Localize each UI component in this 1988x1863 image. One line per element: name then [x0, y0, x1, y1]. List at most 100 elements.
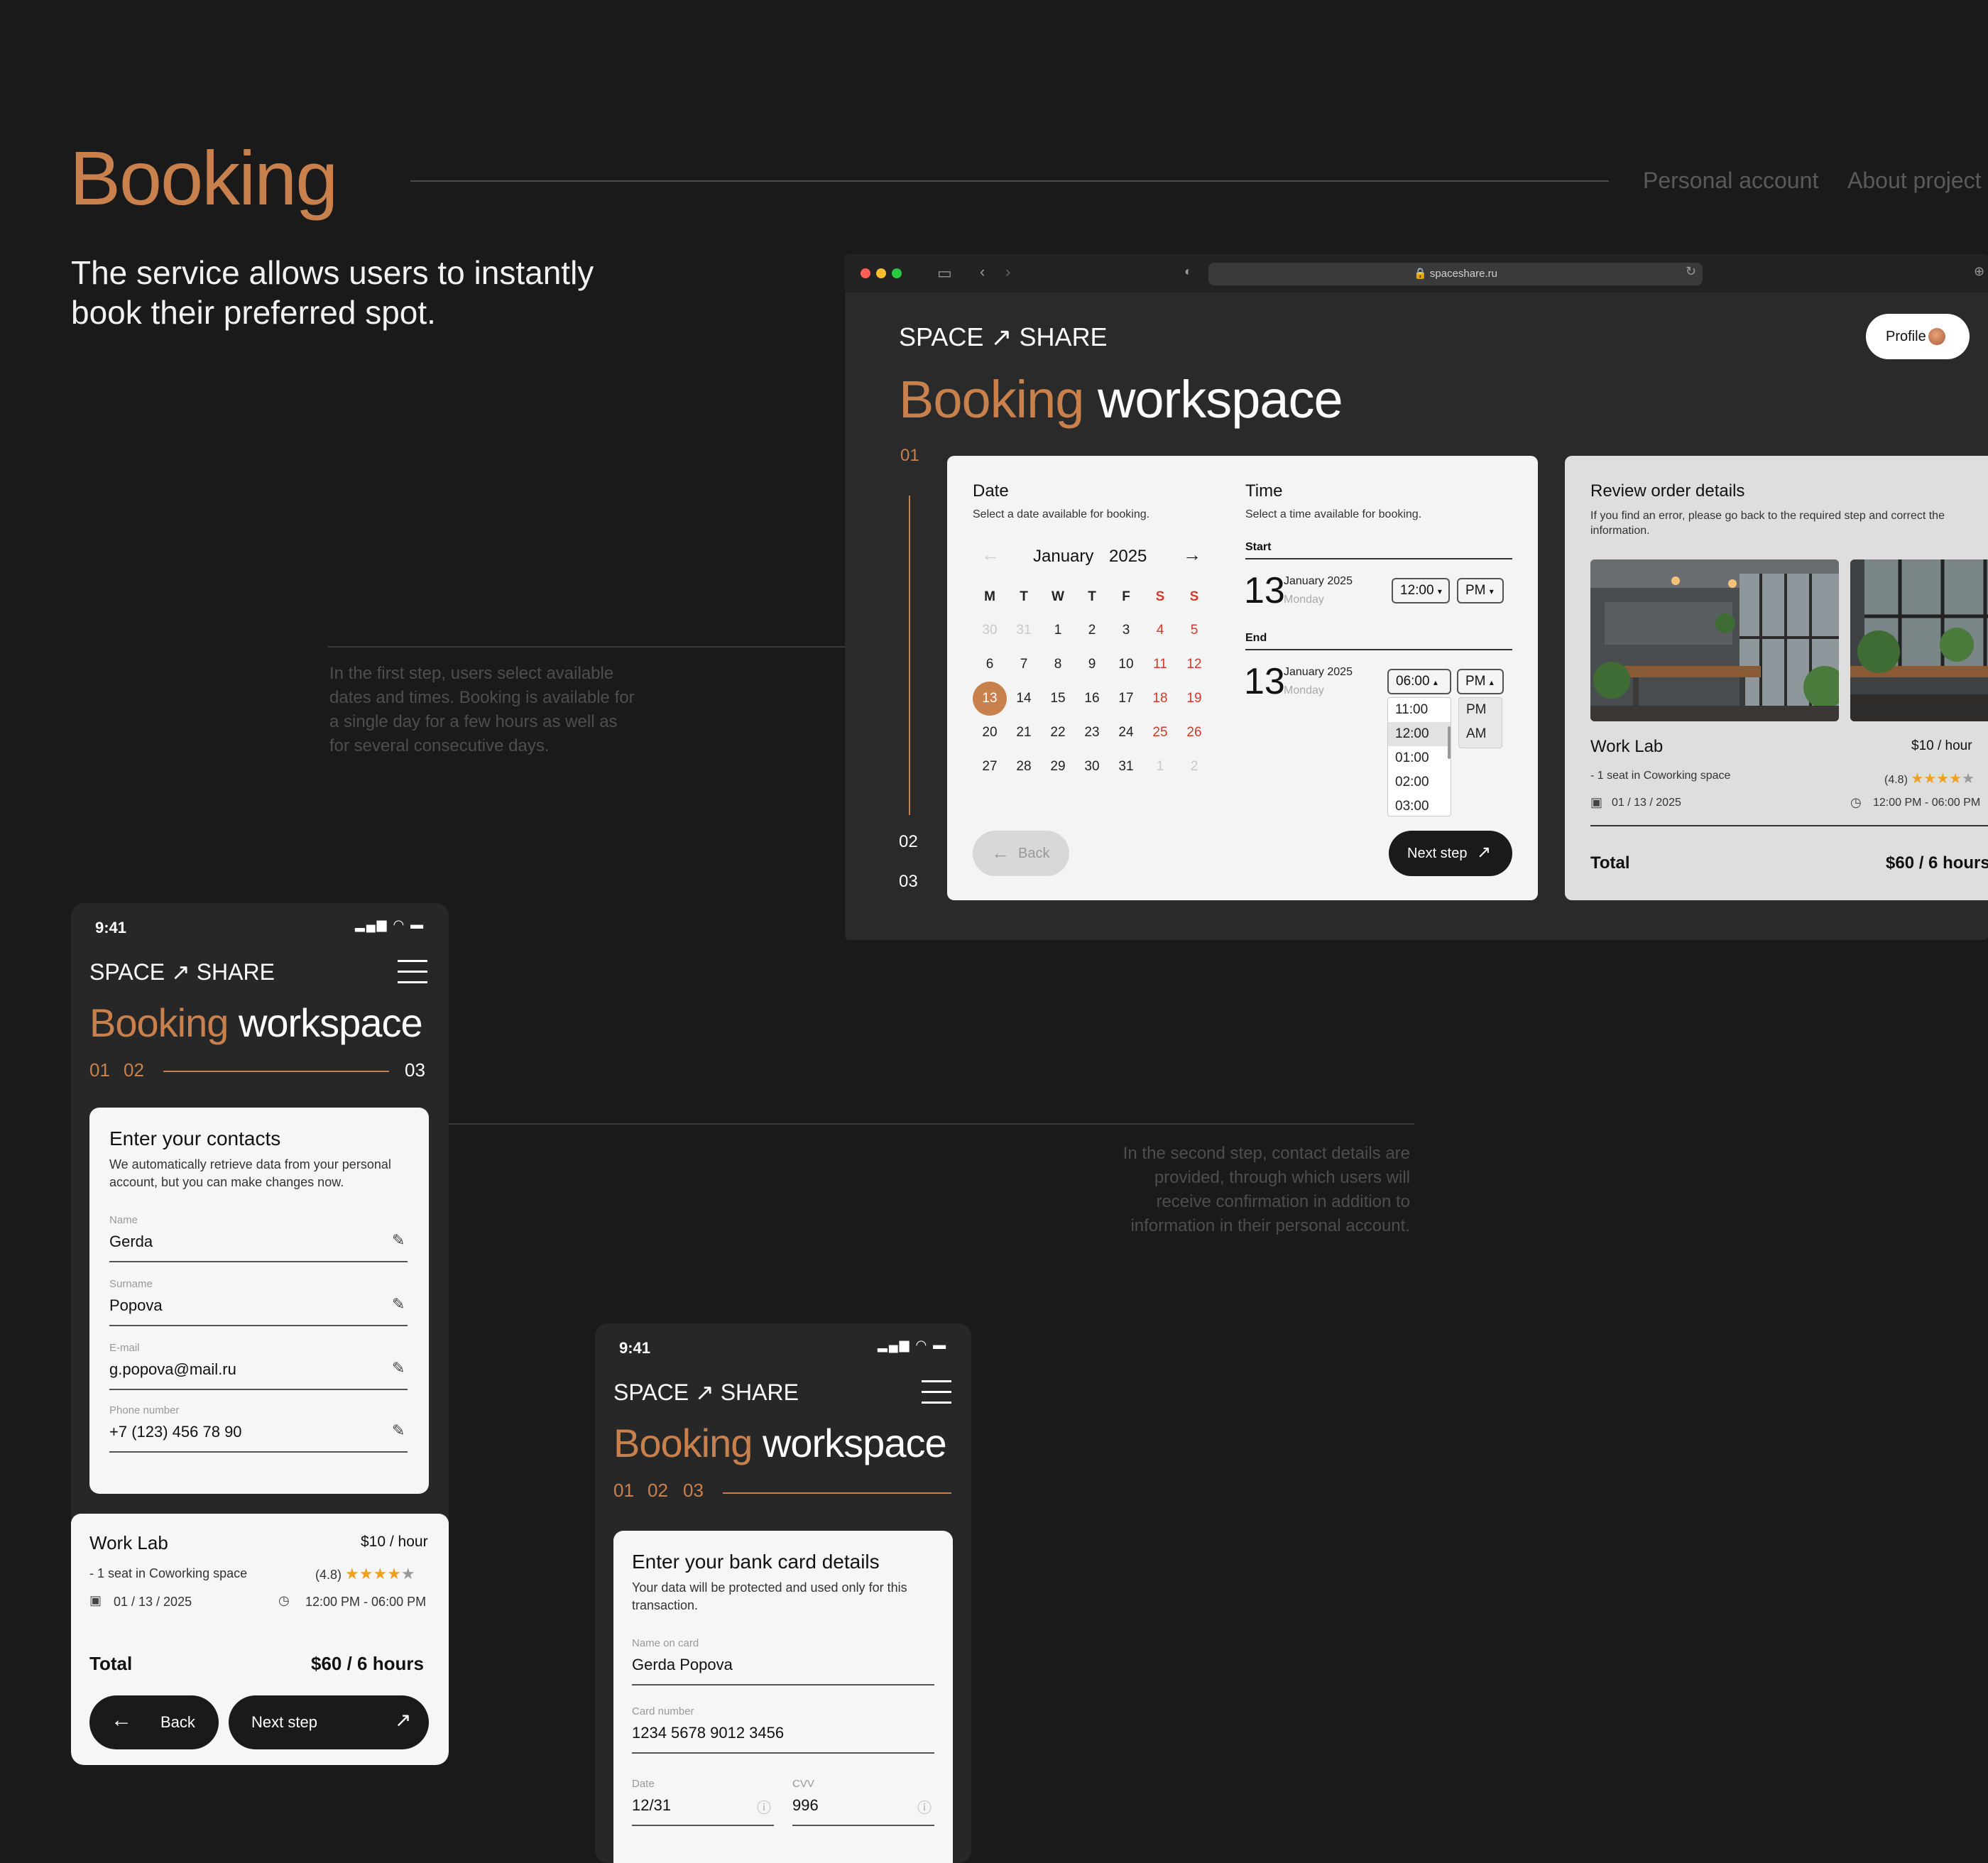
calendar-day[interactable]: 2 — [1177, 750, 1211, 784]
calendar-day[interactable]: 19 — [1177, 682, 1211, 716]
start-time-select[interactable]: 12:00 ▾ — [1392, 578, 1450, 603]
calendar-day[interactable]: 28 — [1007, 750, 1041, 784]
forward-nav-icon[interactable]: › — [1005, 263, 1010, 281]
card-name-field[interactable]: Gerda Popova — [632, 1656, 733, 1674]
calendar-day[interactable]: 21 — [1007, 716, 1041, 750]
calendar-week: 13 14 15 16 17 18 19 — [973, 682, 1211, 716]
calendar-day[interactable]: 30 — [973, 613, 1007, 648]
step-02[interactable]: 02 — [648, 1480, 668, 1502]
calendar-day[interactable]: 11 — [1143, 648, 1177, 682]
menu-dots-icon[interactable]: ⋮ — [1981, 322, 1988, 347]
calendar-day[interactable]: 10 — [1109, 648, 1143, 682]
calendar-day[interactable]: 23 — [1075, 716, 1109, 750]
calendar-day[interactable]: 7 — [1007, 648, 1041, 682]
calendar-day[interactable]: 3 — [1109, 613, 1143, 648]
close-dot-icon[interactable] — [861, 268, 870, 278]
calendar-day[interactable]: 6 — [973, 648, 1007, 682]
logo[interactable]: SPACE ↗ SHARE — [89, 958, 275, 985]
surname-field[interactable]: Popova — [109, 1296, 163, 1315]
calendar-day[interactable]: 12 — [1177, 648, 1211, 682]
calendar-day[interactable]: 27 — [973, 750, 1007, 784]
calendar-day[interactable]: 9 — [1075, 648, 1109, 682]
next-month-icon[interactable]: → — [1183, 544, 1201, 566]
logo[interactable]: SPACE ↗ SHARE — [613, 1379, 799, 1406]
sidebar-toggle-icon[interactable]: ▭ — [937, 264, 952, 283]
card-date-field[interactable]: 12/31 — [632, 1796, 671, 1815]
calendar-day[interactable]: 20 — [973, 716, 1007, 750]
period-option[interactable]: AM — [1459, 722, 1502, 746]
calendar-day[interactable]: 22 — [1041, 716, 1075, 750]
edit-pencil-icon[interactable]: ✎ — [392, 1421, 405, 1440]
url-bar[interactable]: 🔒 spaceshare.ru — [1208, 263, 1703, 285]
time-option[interactable]: 02:00 — [1388, 770, 1451, 794]
calendar-day[interactable]: 1 — [1143, 750, 1177, 784]
weekday: T — [1088, 589, 1096, 604]
calendar-day[interactable]: 29 — [1041, 750, 1075, 784]
step-03[interactable]: 03 — [683, 1480, 704, 1502]
download-icon[interactable]: ⊕ — [1974, 264, 1984, 279]
avatar[interactable] — [1928, 328, 1945, 345]
end-weekday: Monday — [1284, 684, 1324, 696]
edit-pencil-icon[interactable]: ✎ — [392, 1231, 405, 1250]
calendar-day[interactable]: 1 — [1041, 613, 1075, 648]
start-period-select[interactable]: PM ▾ — [1457, 578, 1504, 603]
summary-date: 01 / 13 / 2025 — [114, 1595, 192, 1609]
next-step-button[interactable]: Next step — [1389, 831, 1512, 876]
calendar-year[interactable]: 2025 — [1109, 547, 1147, 567]
help-icon[interactable]: ⓘ — [917, 1796, 932, 1817]
nav-about-project[interactable]: About project — [1847, 168, 1982, 194]
calendar-day[interactable]: 8 — [1041, 648, 1075, 682]
nav-personal-account[interactable]: Personal account — [1643, 168, 1818, 194]
back-nav-icon[interactable]: ‹ — [980, 263, 985, 281]
calendar-day[interactable]: 31 — [1109, 750, 1143, 784]
cvv-field[interactable]: 996 — [792, 1796, 819, 1815]
period-option[interactable]: PM — [1459, 698, 1502, 722]
card-number-field[interactable]: 1234 5678 9012 3456 — [632, 1724, 784, 1742]
menu-icon[interactable] — [398, 960, 427, 983]
minimize-dot-icon[interactable] — [876, 268, 886, 278]
menu-icon[interactable] — [922, 1380, 951, 1404]
calendar-day-selected[interactable]: 13 — [973, 682, 1007, 716]
profile-button[interactable]: Profile — [1866, 314, 1970, 359]
step-03[interactable]: 03 — [405, 1059, 425, 1081]
time-option[interactable]: 01:00 — [1388, 746, 1451, 770]
calendar-day[interactable]: 14 — [1007, 682, 1041, 716]
back-button[interactable]: Back — [89, 1695, 219, 1749]
name-field[interactable]: Gerda — [109, 1233, 153, 1251]
calendar-day[interactable]: 16 — [1075, 682, 1109, 716]
maximize-dot-icon[interactable] — [892, 268, 902, 278]
calendar-day[interactable]: 15 — [1041, 682, 1075, 716]
end-time-select[interactable]: 06:00 ▴ — [1387, 669, 1451, 694]
phone-field[interactable]: +7 (123) 456 78 90 — [109, 1423, 242, 1441]
step-01[interactable]: 01 — [900, 446, 919, 466]
calendar-day[interactable]: 17 — [1109, 682, 1143, 716]
step-01[interactable]: 01 — [89, 1059, 110, 1081]
edit-pencil-icon[interactable]: ✎ — [392, 1295, 405, 1313]
time-option[interactable]: 11:00 — [1388, 698, 1451, 722]
calendar-day[interactable]: 26 — [1177, 716, 1211, 750]
step-03[interactable]: 03 — [899, 872, 918, 892]
time-option[interactable]: 03:00 — [1388, 794, 1451, 819]
help-icon[interactable]: ⓘ — [757, 1796, 771, 1817]
edit-pencil-icon[interactable]: ✎ — [392, 1359, 405, 1377]
calendar-day[interactable]: 31 — [1007, 613, 1041, 648]
calendar-month[interactable]: January — [1033, 547, 1093, 567]
logo[interactable]: SPACE ↗ SHARE — [899, 322, 1108, 352]
calendar-day[interactable]: 2 — [1075, 613, 1109, 648]
reload-icon[interactable]: ↻ — [1686, 264, 1696, 279]
email-field[interactable]: g.popova@mail.ru — [109, 1360, 236, 1379]
step-01[interactable]: 01 — [613, 1480, 634, 1502]
step-02[interactable]: 02 — [124, 1059, 144, 1081]
calendar-day[interactable]: 25 — [1143, 716, 1177, 750]
time-option-selected[interactable]: 12:00 — [1388, 722, 1451, 746]
calendar-day[interactable]: 30 — [1075, 750, 1109, 784]
calendar-day[interactable]: 4 — [1143, 613, 1177, 648]
calendar-day[interactable]: 5 — [1177, 613, 1211, 648]
step-02[interactable]: 02 — [899, 832, 918, 852]
prev-month-icon[interactable]: ← — [981, 544, 1000, 566]
dropdown-scrollbar[interactable] — [1448, 726, 1451, 759]
end-period-select[interactable]: PM ▴ — [1457, 669, 1504, 694]
back-button[interactable]: Back — [973, 831, 1069, 876]
calendar-day[interactable]: 18 — [1143, 682, 1177, 716]
calendar-day[interactable]: 24 — [1109, 716, 1143, 750]
